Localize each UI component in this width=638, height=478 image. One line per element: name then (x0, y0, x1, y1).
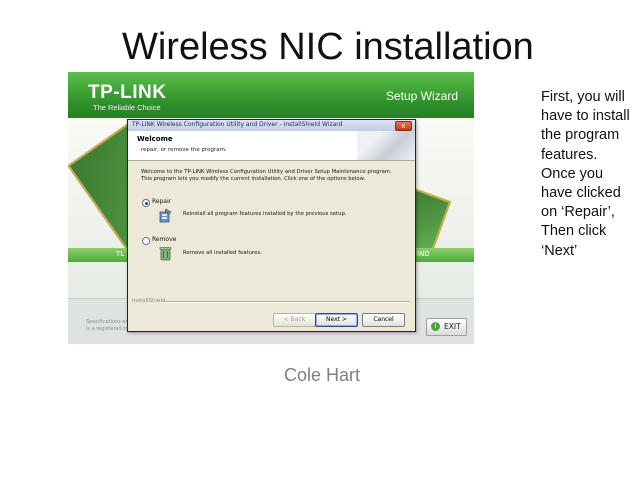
back-button[interactable]: < Back (273, 313, 316, 327)
remove-description: Remove all installed features. (183, 250, 262, 256)
radio-selected-dot (144, 201, 148, 205)
dialog-titlebar[interactable]: TP-LINK Wireless Configuration Utility a… (128, 120, 415, 131)
next-button[interactable]: Next > (315, 313, 358, 327)
remove-icon (159, 247, 172, 261)
installer-header: TP-LINK The Reliable Choice Setup Wizard (68, 72, 474, 118)
repair-label[interactable]: Repair (152, 198, 171, 205)
dialog-description: Welcome to the TP-LINK Wireless Configur… (141, 169, 392, 182)
installer-screenshot: TP-LINK The Reliable Choice Setup Wizard… (68, 72, 474, 344)
remove-radio[interactable] (142, 237, 150, 245)
cancel-button[interactable]: Cancel (362, 313, 405, 327)
dialog-subheading: repair, or remove the program. (141, 147, 227, 153)
slide-author: Cole Hart (284, 365, 361, 385)
setup-wizard-title: Setup Wizard (385, 89, 458, 103)
installshield-label: InstallShield (132, 298, 166, 304)
repair-description: Reinstall all program features installed… (183, 211, 347, 217)
side-note: First, you will have to install the prog… (541, 89, 630, 259)
exit-icon: i (431, 322, 440, 331)
dialog-header-panel: Welcome repair, or remove the program. (128, 131, 415, 161)
repair-radio[interactable] (142, 199, 150, 207)
dialog-title: TP-LINK Wireless Configuration Utility a… (132, 121, 343, 128)
dialog-banner-image (357, 131, 415, 160)
tp-link-logo: TP-LINK (88, 82, 167, 103)
dialog-heading: Welcome (137, 135, 173, 143)
band-text-left: TL (116, 250, 125, 258)
installshield-dialog: TP-LINK Wireless Configuration Utility a… (127, 119, 416, 332)
slide-title: Wireless NIC installation (122, 26, 534, 68)
remove-label[interactable]: Remove (152, 236, 176, 243)
exit-button[interactable]: i EXIT (426, 318, 467, 336)
exit-button-label: EXIT (444, 322, 461, 331)
close-icon[interactable]: x (395, 121, 412, 131)
repair-icon (159, 208, 172, 223)
installshield-divider (162, 301, 410, 303)
footer-legal-text: Specifications are is a registered tra (86, 319, 130, 332)
band-text-right: IND (417, 250, 430, 258)
logo-tagline: The Reliable Choice (93, 103, 161, 112)
